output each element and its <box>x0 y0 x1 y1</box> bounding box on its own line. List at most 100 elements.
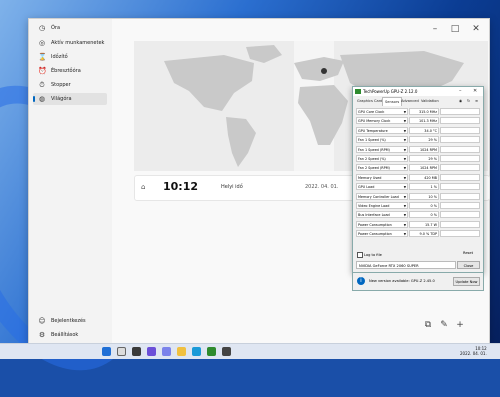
gear-icon: ⚙ <box>38 331 46 339</box>
sensor-name[interactable]: Fan 1 Speed (RPM) ▼ <box>356 145 408 153</box>
start-icon[interactable] <box>102 347 111 356</box>
task-view-icon[interactable] <box>132 347 141 356</box>
minimize-icon[interactable]: – <box>429 23 441 35</box>
sensor-name[interactable]: GPU Load ▼ <box>356 183 408 191</box>
sensor-graph <box>440 192 480 200</box>
nav-item-label: Ébresztőóra <box>51 68 81 74</box>
sensor-row: Fan 2 Speed (%) ▼ 29 % <box>356 155 480 163</box>
tray-clock[interactable]: 10:12 2022. 04. 01. <box>460 346 487 356</box>
update-now-button[interactable]: Update Now <box>453 277 480 286</box>
checkbox-icon[interactable] <box>357 252 363 258</box>
dropdown-arrow-icon[interactable]: ▼ <box>404 222 406 227</box>
file-explorer-icon[interactable] <box>177 347 186 356</box>
dropdown-arrow-icon[interactable]: ▼ <box>404 175 406 180</box>
compare-icon[interactable]: ⧉ <box>422 319 434 331</box>
close-icon[interactable]: ✕ <box>470 23 482 35</box>
chat-icon[interactable] <box>162 347 171 356</box>
dropdown-arrow-icon[interactable]: ▼ <box>404 156 406 161</box>
nav-item-label: Bejelentkezés <box>51 318 86 324</box>
nav-item-label: Beállítások <box>51 332 79 338</box>
sensor-name[interactable]: Power Consumption ▼ <box>356 220 408 228</box>
app-title: ◷ Óra <box>33 22 107 34</box>
dropdown-arrow-icon[interactable]: ▼ <box>404 212 406 217</box>
nav-item-settings[interactable]: ⚙ Beállítások <box>33 329 107 341</box>
close-button[interactable]: Close <box>457 261 480 269</box>
edge-icon[interactable] <box>192 347 201 356</box>
sensor-name[interactable]: GPU Memory Clock ▼ <box>356 117 408 125</box>
search-icon[interactable] <box>117 347 126 356</box>
sensor-graph <box>440 126 480 134</box>
dropdown-arrow-icon[interactable]: ▼ <box>404 109 406 114</box>
sensor-row: Bus Interface Load ▼ 0 % <box>356 211 480 219</box>
sensor-name[interactable]: Fan 1 Speed (%) ▼ <box>356 136 408 144</box>
app-title-label: Óra <box>51 25 61 31</box>
nav-item-timer[interactable]: ⌛ Időzítő <box>33 51 107 63</box>
nav-item-stopwatch[interactable]: ⏱ Stopper <box>33 79 107 91</box>
clock-app-icon: ◷ <box>38 24 46 32</box>
globe-icon: ◍ <box>38 95 46 103</box>
menu-icon[interactable]: ≡ <box>473 97 480 105</box>
world-clock-label: Helyi idő <box>221 184 243 190</box>
sensor-row: Memory Used ▼ 420 MB <box>356 173 480 182</box>
widgets-icon[interactable] <box>147 347 156 356</box>
sensor-name[interactable]: Video Engine Load ▼ <box>356 202 408 209</box>
edit-icon[interactable]: ✎ <box>438 319 450 331</box>
device-select[interactable]: NVIDIA GeForce RTX 2060 SUPER <box>356 261 456 269</box>
sensor-row: GPU Load ▼ 1 % <box>356 183 480 191</box>
sensor-value: 29 % <box>409 155 439 162</box>
sensor-name[interactable]: Memory Used ▼ <box>356 173 408 181</box>
sensor-graph <box>440 108 480 115</box>
sensor-row: Fan 1 Speed (%) ▼ 29 % <box>356 136 480 144</box>
minimize-icon[interactable]: – <box>459 87 462 96</box>
dropdown-arrow-icon[interactable]: ▼ <box>404 128 406 133</box>
sensor-value: 0 % <box>409 211 439 219</box>
sensor-value: 420 MB <box>409 173 439 181</box>
dropdown-arrow-icon[interactable]: ▼ <box>404 165 406 170</box>
gpuz-tabs: Graphics Card Sensors Advanced Validatio… <box>353 97 483 106</box>
sensor-graph <box>440 145 480 153</box>
gpuz-taskbar-icon[interactable] <box>207 347 216 356</box>
sensor-row: Fan 2 Speed (RPM) ▼ 1024 RPM <box>356 164 480 172</box>
sensor-graph <box>440 220 480 228</box>
reset-button[interactable]: Reset <box>463 251 473 255</box>
sensor-row: Fan 1 Speed (RPM) ▼ 1024 RPM <box>356 145 480 154</box>
nav-item-label: Stopper <box>51 82 71 88</box>
tab-validation[interactable]: Validation <box>419 97 441 105</box>
sensor-name[interactable]: Fan 2 Speed (%) ▼ <box>356 155 408 162</box>
sensor-name[interactable]: GPU Core Clock ▼ <box>356 108 408 115</box>
nav-item-focus-sessions[interactable]: ◎ Aktív munkamenetek <box>33 37 107 49</box>
dropdown-arrow-icon[interactable]: ▼ <box>404 147 406 152</box>
sensor-graph <box>440 183 480 191</box>
dropdown-arrow-icon[interactable]: ▼ <box>404 194 406 199</box>
tab-graphics-card[interactable]: Graphics Card <box>355 97 384 105</box>
dropdown-arrow-icon[interactable]: ▼ <box>404 231 406 236</box>
tab-advanced[interactable]: Advanced <box>399 97 421 105</box>
dropdown-arrow-icon[interactable]: ▼ <box>404 203 406 208</box>
sensor-value: 1024 RPM <box>409 145 439 153</box>
sensor-value: 9.0 % TDP <box>409 230 439 238</box>
sensor-graph <box>440 211 480 219</box>
dropdown-arrow-icon[interactable]: ▼ <box>404 118 406 123</box>
sensor-name[interactable]: GPU Temperature ▼ <box>356 126 408 134</box>
home-icon: ⌂ <box>141 183 146 191</box>
stopwatch-icon: ⏱ <box>39 81 45 89</box>
sensor-value: 15.7 W <box>409 220 439 228</box>
dropdown-arrow-icon[interactable]: ▼ <box>404 137 406 142</box>
sensor-name[interactable]: Bus Interface Load ▼ <box>356 211 408 219</box>
sensor-name[interactable]: Power Consumption ▼ <box>356 230 408 238</box>
camera-icon[interactable]: ◉ <box>457 97 464 105</box>
clock-taskbar-icon[interactable] <box>222 347 231 356</box>
dropdown-arrow-icon[interactable]: ▼ <box>404 184 406 189</box>
log-to-file-checkbox[interactable]: Log to file <box>357 252 382 258</box>
sensor-name[interactable]: Memory Controller Load ▼ <box>356 192 408 200</box>
add-icon[interactable]: + <box>454 319 466 331</box>
sensor-name[interactable]: Fan 2 Speed (RPM) ▼ <box>356 164 408 172</box>
update-notice: i New version available: GPU-Z 2.45.0 Up… <box>352 272 484 291</box>
nav-item-sign-in[interactable]: ☺ Bejelentkezés <box>33 315 107 327</box>
maximize-icon[interactable]: □ <box>449 23 461 35</box>
close-icon[interactable]: ✕ <box>473 87 477 96</box>
world-clock-time: 10:12 <box>163 180 199 193</box>
nav-item-alarm[interactable]: ⏰ Ébresztőóra <box>33 65 107 77</box>
refresh-icon[interactable]: ↻ <box>465 97 472 105</box>
nav-item-world-clock[interactable]: ◍ Világóra <box>33 93 107 105</box>
